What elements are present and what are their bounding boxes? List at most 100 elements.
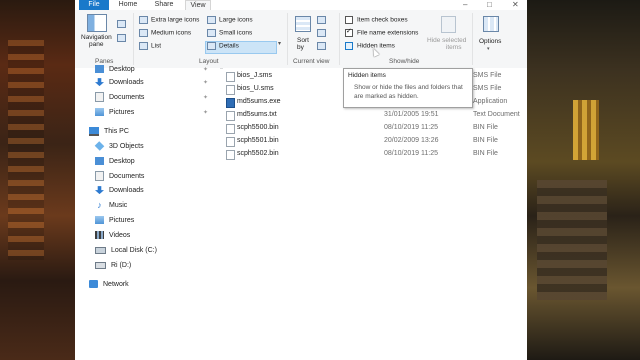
network-icon bbox=[89, 280, 98, 289]
pictures-icon bbox=[95, 216, 104, 225]
ribbon-tab-bar: File Home Share View – □ ✕ bbox=[75, 0, 527, 10]
documents-icon bbox=[95, 171, 104, 182]
item-check-boxes-label: Item check boxes bbox=[357, 16, 408, 24]
layout-list-label: List bbox=[151, 42, 162, 50]
nav-item-desktop-pc[interactable]: Desktop bbox=[95, 156, 135, 168]
close-button[interactable]: ✕ bbox=[512, 0, 519, 10]
nav-item-label: Network bbox=[103, 281, 129, 288]
extra-large-icons-icon bbox=[139, 16, 148, 24]
file-name-extensions-label: File name extensions bbox=[357, 29, 419, 37]
size-columns-button[interactable] bbox=[317, 42, 329, 50]
tab-file[interactable]: File bbox=[79, 0, 109, 10]
navigation-pane: Desktop ✦ Downloads ✦ Documents ✦ Pictur… bbox=[75, 65, 220, 360]
layout-medium-icons[interactable]: Medium icons bbox=[139, 29, 191, 37]
tab-home[interactable]: Home bbox=[115, 0, 141, 10]
current-view-group-label: Current view bbox=[293, 58, 330, 65]
add-columns-icon bbox=[317, 29, 326, 37]
pictures-icon bbox=[95, 108, 104, 117]
ribbon-separator bbox=[472, 13, 473, 65]
file-list: bios_J.sms SMS File bios_U.sms SMS File md… bbox=[223, 68, 527, 360]
file-icon bbox=[226, 85, 235, 95]
sort-by-button[interactable]: Sort by bbox=[297, 37, 309, 51]
file-type: BIN File bbox=[473, 124, 498, 131]
file-row[interactable]: md5sums.txt 31/01/2005 19:51 Text Document bbox=[223, 108, 527, 121]
file-name: bios_J.sms bbox=[237, 72, 273, 79]
hide-selected-items-button[interactable]: Hide selected items bbox=[427, 37, 466, 51]
minimize-button[interactable]: – bbox=[463, 0, 467, 10]
layout-large-icons[interactable]: Large icons bbox=[207, 16, 253, 24]
checkbox-checked-icon bbox=[345, 27, 353, 37]
nav-item-downloads[interactable]: Downloads bbox=[95, 77, 144, 89]
ribbon-separator bbox=[287, 13, 288, 65]
nav-item-label: Documents bbox=[109, 173, 145, 180]
options-chevron-down-icon[interactable]: ▾ bbox=[487, 46, 490, 52]
layout-extra-large-icons[interactable]: Extra large icons bbox=[139, 16, 199, 24]
file-row[interactable]: scph5500.bin 08/10/2019 11:25 BIN File bbox=[223, 121, 527, 134]
pin-icon[interactable]: ✦ bbox=[203, 66, 208, 73]
nav-item-downloads-pc[interactable]: Downloads bbox=[95, 185, 144, 197]
nav-item-label: Downloads bbox=[109, 79, 144, 86]
options-button[interactable]: Options bbox=[479, 38, 501, 45]
nav-item-label: Videos bbox=[109, 232, 131, 239]
file-type: SMS File bbox=[473, 85, 502, 92]
tab-share[interactable]: Share bbox=[149, 0, 179, 10]
nav-item-local-disk-c[interactable]: Local Disk (C:) bbox=[95, 245, 157, 257]
details-pane-button[interactable] bbox=[117, 34, 129, 42]
pin-icon[interactable]: ✦ bbox=[203, 79, 208, 86]
drive-icon bbox=[95, 246, 106, 254]
nav-item-3d-objects[interactable]: 3D Objects bbox=[94, 141, 144, 153]
file-type: Application bbox=[473, 98, 508, 105]
item-check-boxes-checkbox[interactable]: Item check boxes bbox=[345, 16, 408, 24]
application-icon bbox=[226, 98, 235, 108]
computer-icon bbox=[89, 126, 99, 136]
tab-view[interactable]: View bbox=[185, 0, 211, 10]
nav-item-label: Ri (D:) bbox=[111, 262, 132, 269]
small-icons-icon bbox=[207, 29, 216, 37]
add-columns-button[interactable] bbox=[317, 29, 329, 37]
nav-item-this-pc[interactable]: This PC bbox=[89, 126, 129, 138]
layout-more-chevron-icon[interactable]: ▾ bbox=[278, 40, 281, 47]
nav-item-desktop[interactable]: Desktop bbox=[95, 64, 135, 76]
nav-item-pictures-pc[interactable]: Pictures bbox=[95, 215, 134, 227]
ribbon-separator bbox=[133, 13, 134, 65]
group-by-button[interactable] bbox=[317, 16, 329, 24]
nav-item-music[interactable]: ♪ Music bbox=[95, 200, 127, 212]
file-icon bbox=[226, 150, 235, 160]
file-row[interactable]: scph5501.bin 20/02/2009 13:26 BIN File bbox=[223, 134, 527, 147]
file-date: 08/10/2019 11:25 bbox=[384, 150, 438, 157]
nav-item-pictures[interactable]: Pictures bbox=[95, 107, 134, 119]
nav-item-videos[interactable]: Videos bbox=[95, 230, 130, 242]
desktop-icon bbox=[95, 65, 104, 74]
nav-item-label: Desktop bbox=[109, 66, 135, 73]
layout-details[interactable]: Details bbox=[207, 42, 239, 50]
file-name: md5sums.txt bbox=[237, 111, 277, 118]
file-row[interactable]: scph5502.bin 08/10/2019 11:25 BIN File bbox=[223, 147, 527, 160]
nav-item-label: Pictures bbox=[109, 109, 135, 116]
details-pane-icon bbox=[117, 34, 126, 42]
nav-item-documents[interactable]: Documents bbox=[95, 92, 144, 104]
layout-details-label: Details bbox=[219, 42, 239, 50]
pin-icon[interactable]: ✦ bbox=[203, 109, 208, 116]
sort-icon bbox=[295, 16, 311, 32]
sort-by-label-2: by bbox=[297, 44, 304, 51]
nav-item-ri-d[interactable]: Ri (D:) bbox=[95, 260, 131, 272]
sort-by-label-1: Sort bbox=[297, 37, 309, 44]
file-type: Text Document bbox=[473, 111, 520, 118]
file-icon bbox=[226, 124, 235, 134]
hide-selected-items-label-1: Hide selected bbox=[427, 37, 467, 44]
maximize-button[interactable]: □ bbox=[487, 0, 492, 10]
ribbon-separator bbox=[339, 13, 340, 65]
pin-icon[interactable]: ✦ bbox=[203, 94, 208, 101]
navigation-pane-button[interactable]: Navigation pane bbox=[81, 34, 112, 48]
file-type: SMS File bbox=[473, 72, 502, 79]
nav-item-documents-pc[interactable]: Documents bbox=[95, 171, 144, 183]
layout-list[interactable]: List bbox=[139, 42, 161, 50]
file-name-extensions-checkbox[interactable]: File name extensions bbox=[345, 27, 419, 37]
preview-pane-button[interactable] bbox=[117, 20, 129, 28]
nav-item-label: Documents bbox=[109, 94, 145, 101]
download-icon bbox=[95, 78, 104, 87]
hide-selected-items-label-2: items bbox=[445, 44, 462, 51]
layout-small-icons[interactable]: Small icons bbox=[207, 29, 252, 37]
nav-item-network[interactable]: Network bbox=[89, 279, 129, 291]
text-file-icon bbox=[226, 111, 235, 121]
